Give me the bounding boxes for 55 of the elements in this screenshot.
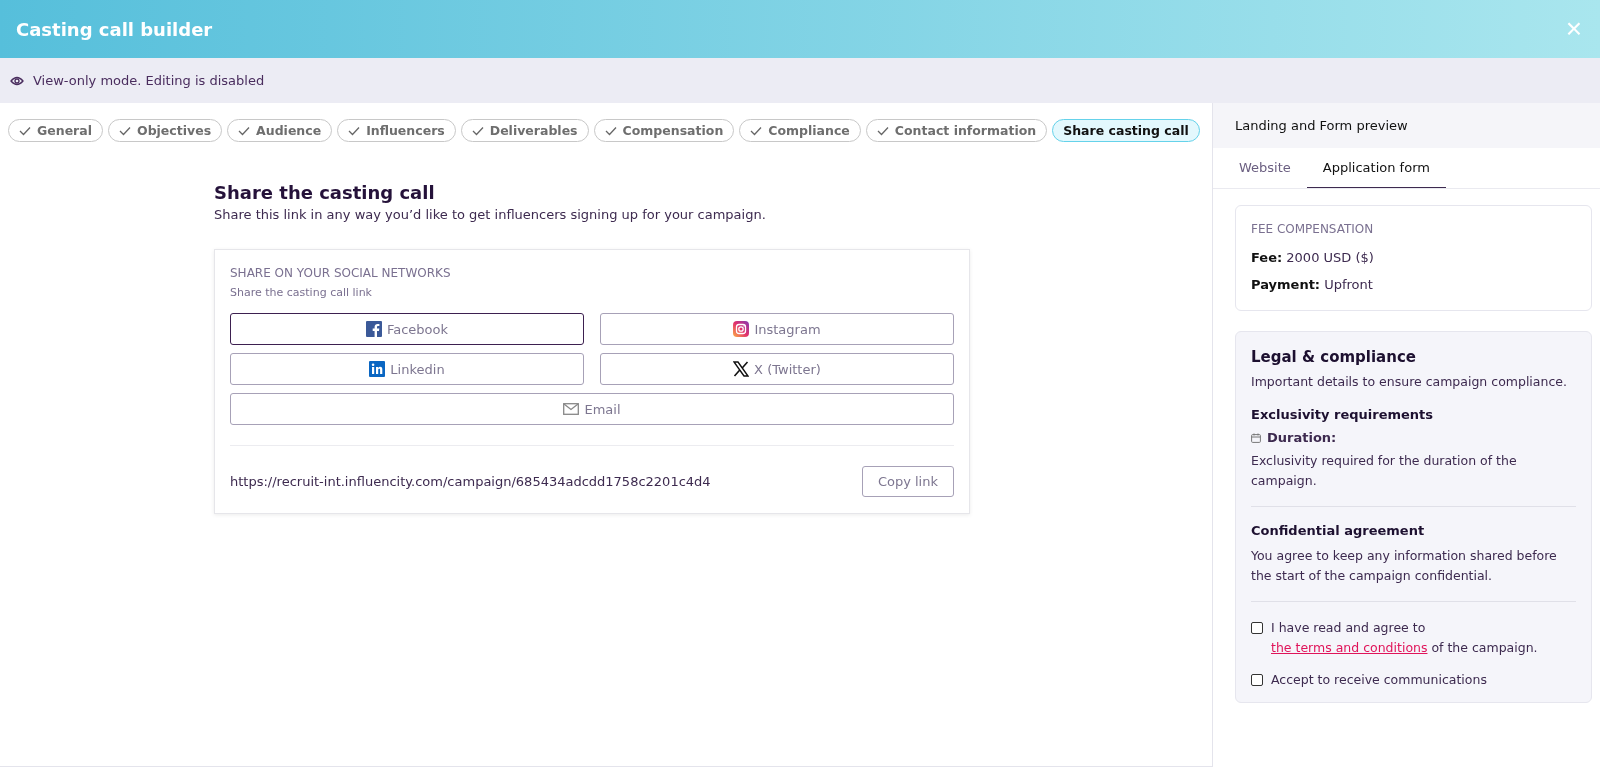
instagram-share-button[interactable]: Instagram xyxy=(600,313,954,345)
x-share-button[interactable]: X (Twitter) xyxy=(600,353,954,385)
card-subheading: Share the casting call link xyxy=(230,286,373,299)
check-icon xyxy=(471,125,484,136)
checkbox-label: Accept to receive communications xyxy=(1271,670,1487,689)
calendar-icon xyxy=(1251,432,1261,443)
checkbox[interactable] xyxy=(1251,621,1263,634)
check-icon xyxy=(238,125,251,136)
step-tab[interactable]: Objectives xyxy=(108,119,223,142)
facebook-icon xyxy=(365,321,382,337)
instagram-icon xyxy=(733,321,750,337)
linkedin-icon xyxy=(369,361,386,377)
window-title: Casting call builder xyxy=(16,18,213,40)
preview-tab[interactable]: Application form xyxy=(1306,148,1446,188)
fee-heading: FEE COMPENSATION xyxy=(1251,222,1375,236)
email-share-button[interactable]: Email xyxy=(230,393,954,425)
check-icon xyxy=(750,125,763,136)
check-icon xyxy=(876,125,889,136)
section-subtitle: Share this link in any way you’d like to get influencers signing up for your campaign. xyxy=(214,207,767,222)
facebook-share-button[interactable]: Facebook xyxy=(230,313,584,345)
exclusivity-title: Exclusivity requirements xyxy=(1251,407,1435,423)
envelope-icon xyxy=(563,403,580,415)
step-tab[interactable]: Influencers xyxy=(337,119,456,142)
checkbox[interactable] xyxy=(1251,673,1263,686)
legal-title: Legal & compliance xyxy=(1251,348,1417,366)
check-icon xyxy=(348,125,361,136)
copy-link-button[interactable]: Copy link xyxy=(861,466,954,497)
eye-icon xyxy=(10,75,24,86)
card-heading: SHARE ON YOUR SOCIAL NETWORKS xyxy=(230,266,452,280)
step-tab[interactable]: Audience xyxy=(227,119,333,142)
exclusivity-text: Exclusivity required for the duration of the campaign. xyxy=(1251,452,1518,490)
confidential-title: Confidential agreement xyxy=(1251,523,1426,539)
step-tab[interactable]: Share casting call xyxy=(1052,119,1200,142)
check-icon xyxy=(19,125,31,136)
terms-link[interactable]: the terms and conditions xyxy=(1271,639,1428,655)
preview-title: Landing and Form preview xyxy=(1235,118,1408,133)
check-icon xyxy=(604,125,617,136)
confidential-text: You agree to keep any information shared before the start of the campaign confidential. xyxy=(1251,547,1558,585)
checkbox-label: I have read and agree to the terms and conditions of the campaign. xyxy=(1271,618,1539,657)
preview-tab[interactable]: Website xyxy=(1225,148,1305,188)
banner-text: View-only mode. Editing is disabled xyxy=(33,73,265,88)
legal-subtitle: Important details to ensure campaign compliance. xyxy=(1251,373,1568,391)
duration-label: Duration: xyxy=(1267,430,1337,446)
linkedin-share-button[interactable]: Linkedin xyxy=(230,353,584,385)
section-title: Share the casting call xyxy=(214,182,436,203)
check-icon xyxy=(119,125,131,136)
casting-call-url: https://recruit-int.influencity.com/campaign/685434adcdd1758c2201c4d4 xyxy=(230,474,711,489)
step-tab[interactable]: General xyxy=(8,119,103,142)
step-tab[interactable]: Contact information xyxy=(865,119,1048,142)
fee-detail: Fee: 2000 USD ($) xyxy=(1251,250,1375,265)
step-tab[interactable]: Compensation xyxy=(593,119,735,142)
x-logo-icon xyxy=(733,361,750,377)
step-tab[interactable]: Deliverables xyxy=(460,119,589,142)
fee-detail: Payment: Upfront xyxy=(1251,277,1374,292)
step-tab[interactable]: Compliance xyxy=(739,119,861,142)
